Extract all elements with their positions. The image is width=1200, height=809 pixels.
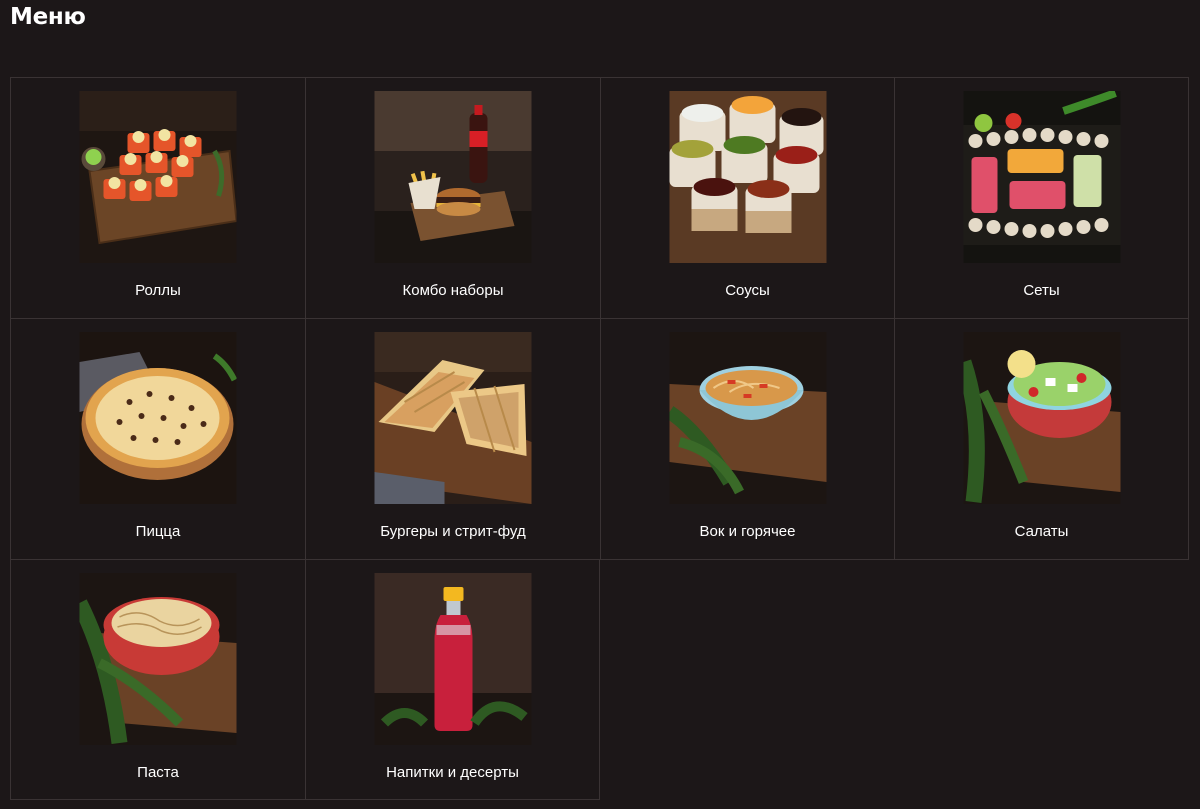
pizza-image[interactable] xyxy=(79,332,237,504)
category-card-rolls[interactable]: Роллы xyxy=(10,77,305,318)
category-card-pizza[interactable]: Пицца xyxy=(10,318,305,559)
category-card-salads[interactable]: Салаты xyxy=(894,318,1189,559)
category-label: Салаты xyxy=(1014,523,1069,540)
shawarma-image[interactable] xyxy=(374,332,532,504)
category-card-burgers[interactable]: Бургеры и стрит-фуд xyxy=(305,318,600,559)
pasta-image[interactable] xyxy=(79,573,237,745)
menu-category-grid: Роллы Комбо наборы Соусы Сеты Пицца Бург… xyxy=(10,77,1189,800)
sushi-sets-image[interactable] xyxy=(963,91,1120,263)
wok-image[interactable] xyxy=(669,332,826,504)
category-label: Соусы xyxy=(725,282,770,299)
rolls-image[interactable] xyxy=(79,91,237,263)
category-card-sauces[interactable]: Соусы xyxy=(600,77,894,318)
category-label: Бургеры и стрит-фуд xyxy=(380,523,526,540)
category-label: Роллы xyxy=(135,282,181,299)
sauces-image[interactable] xyxy=(669,91,826,263)
category-label: Вок и горячее xyxy=(699,523,796,540)
category-card-combo[interactable]: Комбо наборы xyxy=(305,77,600,318)
empty-grid-cell xyxy=(600,559,894,800)
category-label: Паста xyxy=(137,764,179,781)
category-card-wok[interactable]: Вок и горячее xyxy=(600,318,894,559)
combo-image[interactable] xyxy=(374,91,532,263)
salad-image[interactable] xyxy=(963,332,1120,504)
page-title: Меню xyxy=(10,4,86,30)
category-label: Напитки и десерты xyxy=(386,764,519,781)
drink-bottle-image[interactable] xyxy=(374,573,531,745)
category-label: Комбо наборы xyxy=(402,282,504,299)
category-label: Сеты xyxy=(1023,282,1060,299)
category-card-sets[interactable]: Сеты xyxy=(894,77,1189,318)
category-card-pasta[interactable]: Паста xyxy=(10,559,305,800)
category-label: Пицца xyxy=(135,523,181,540)
category-card-drinks[interactable]: Напитки и десерты xyxy=(305,559,600,800)
empty-grid-cell xyxy=(894,559,1189,800)
